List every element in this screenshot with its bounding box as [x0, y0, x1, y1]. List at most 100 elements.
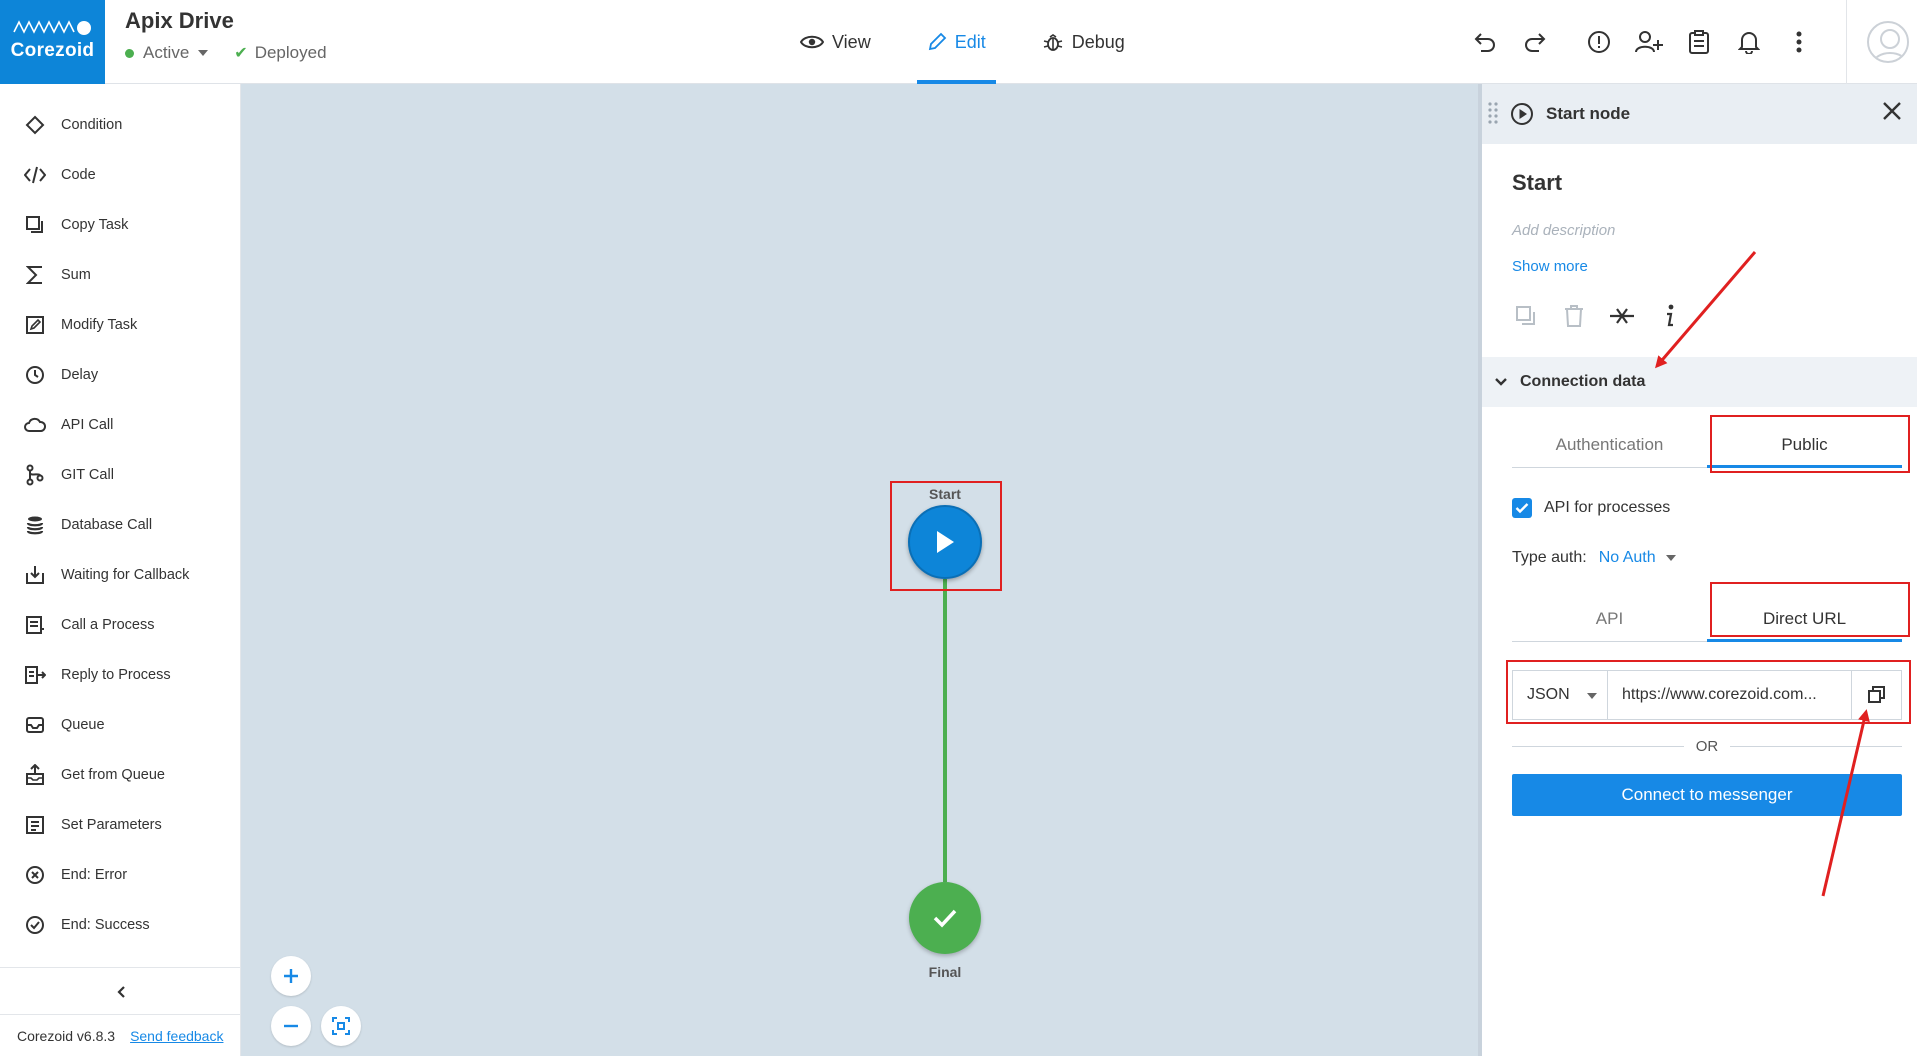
- sidebar-item-queue[interactable]: Queue: [0, 700, 240, 750]
- list-box-icon: [24, 814, 46, 836]
- sidebar-item-database-call[interactable]: Database Call: [0, 500, 240, 550]
- project-status: Active ✔ Deployed: [125, 43, 327, 63]
- sidebar-item-sum[interactable]: Sum: [0, 250, 240, 300]
- pencil-icon: [928, 32, 946, 51]
- tab-debug-label: Debug: [1071, 31, 1125, 52]
- sidebar-item-label: Sum: [61, 267, 91, 283]
- edit-square-icon: [24, 314, 46, 336]
- alert-icon: [1588, 31, 1610, 53]
- undo-icon: [1474, 33, 1495, 52]
- tab-authentication[interactable]: Authentication: [1512, 422, 1707, 467]
- undo-button[interactable]: [1460, 17, 1510, 67]
- toolbar-divider: [1846, 0, 1847, 84]
- disconnect-button[interactable]: [1608, 302, 1636, 330]
- node-properties-panel: Start node Start Add description Show mo…: [1478, 84, 1917, 1056]
- redo-button[interactable]: [1510, 17, 1560, 67]
- redo-icon: [1525, 33, 1546, 52]
- sidebar-item-label: Set Parameters: [61, 817, 162, 833]
- sidebar-item-api-call[interactable]: API Call: [0, 400, 240, 450]
- project-title: Apix Drive: [125, 8, 234, 33]
- fit-screen-icon: [332, 1017, 350, 1035]
- upload-box-icon: [24, 764, 46, 786]
- sidebar-item-label: Copy Task: [61, 217, 129, 233]
- final-node[interactable]: [909, 882, 981, 954]
- notifications-button[interactable]: [1724, 17, 1774, 67]
- section-title: Connection data: [1520, 373, 1646, 390]
- sidebar-item-code[interactable]: Code: [0, 150, 240, 200]
- sidebar-item-reply-to-process[interactable]: Reply to Process: [0, 650, 240, 700]
- clipboard-button[interactable]: [1674, 17, 1724, 67]
- node-name[interactable]: Start: [1512, 170, 1562, 196]
- connect-to-messenger-button[interactable]: Connect to messenger: [1512, 774, 1902, 816]
- sidebar-item-delay[interactable]: Delay: [0, 350, 240, 400]
- sidebar-item-label: Modify Task: [61, 317, 138, 333]
- avatar[interactable]: [1867, 21, 1909, 63]
- sidebar-collapse-button[interactable]: [0, 967, 241, 1015]
- close-icon[interactable]: [1881, 100, 1903, 122]
- process-canvas[interactable]: Start Final: [241, 84, 1478, 1056]
- corezoid-logo[interactable]: Corezoid: [0, 0, 105, 84]
- sidebar-item-get-from-queue[interactable]: Get from Queue: [0, 750, 240, 800]
- delete-node-button[interactable]: [1560, 302, 1588, 330]
- divider-line: [1730, 745, 1902, 747]
- sidebar-item-set-parameters[interactable]: Set Parameters: [0, 800, 240, 850]
- tab-api[interactable]: API: [1512, 596, 1707, 641]
- tab-view[interactable]: View: [790, 0, 881, 84]
- copy-node-button[interactable]: [1512, 302, 1540, 330]
- panel-title: Start node: [1546, 104, 1631, 123]
- tab-debug[interactable]: Debug: [1032, 0, 1135, 84]
- api-for-processes-checkbox[interactable]: [1512, 498, 1532, 518]
- brand-name: Corezoid: [10, 40, 95, 61]
- type-auth-select[interactable]: No Auth: [1599, 549, 1676, 567]
- node-palette-sidebar: Condition Code Copy Task Sum Modify Task…: [0, 84, 241, 1056]
- sidebar-item-copy-task[interactable]: Copy Task: [0, 200, 240, 250]
- download-box-icon: [24, 564, 46, 586]
- version-label: Corezoid v6.8.3: [17, 1027, 116, 1044]
- sidebar-item-label: Code: [61, 167, 96, 183]
- drag-handle-icon[interactable]: [1488, 101, 1498, 127]
- user-icon: [1872, 29, 1907, 61]
- status-dropdown[interactable]: Active: [143, 43, 189, 63]
- diamond-icon: [24, 114, 46, 136]
- clock-icon: [24, 364, 46, 386]
- chevron-down-icon[interactable]: [198, 50, 209, 56]
- inbox-icon: [24, 714, 46, 736]
- zoom-out-button[interactable]: [271, 1006, 311, 1046]
- sidebar-item-label: Reply to Process: [61, 667, 171, 683]
- description-input[interactable]: Add description: [1512, 222, 1615, 239]
- sidebar-item-label: Call a Process: [61, 617, 155, 633]
- check-icon: ✔: [234, 45, 248, 62]
- more-menu-button[interactable]: [1774, 17, 1824, 67]
- sidebar-item-call-a-process[interactable]: Call a Process: [0, 600, 240, 650]
- add-user-button[interactable]: [1624, 17, 1674, 67]
- chevron-left-icon: [116, 985, 125, 998]
- sidebar-item-end-success[interactable]: End: Success: [0, 900, 240, 950]
- copy-icon: [1516, 306, 1535, 325]
- sidebar-item-modify-task[interactable]: Modify Task: [0, 300, 240, 350]
- tab-edit[interactable]: Edit: [916, 0, 996, 84]
- status-dot: [125, 48, 134, 58]
- sidebar-item-end-error[interactable]: End: Error: [0, 850, 240, 900]
- type-auth-label: Type auth:: [1512, 549, 1587, 566]
- connection-edge[interactable]: [943, 579, 947, 882]
- type-auth-row: Type auth: No Auth: [1512, 549, 1676, 567]
- show-more-link[interactable]: Show more: [1512, 258, 1588, 275]
- send-feedback-link[interactable]: Send feedback: [130, 1028, 223, 1044]
- public-tab-highlight: [1710, 415, 1910, 473]
- sidebar-item-git-call[interactable]: GIT Call: [0, 450, 240, 500]
- bug-icon: [1043, 34, 1062, 51]
- copy-icon: [24, 214, 46, 236]
- fit-to-screen-button[interactable]: [321, 1006, 361, 1046]
- node-palette-list: Condition Code Copy Task Sum Modify Task…: [0, 84, 240, 950]
- tab-edit-label: Edit: [954, 31, 986, 52]
- connection-data-section[interactable]: Connection data: [1482, 357, 1917, 407]
- database-icon: [24, 514, 46, 536]
- check-circle-icon: [24, 914, 46, 936]
- eye-icon: [800, 35, 824, 49]
- sidebar-item-waiting-for-callback[interactable]: Waiting for Callback: [0, 550, 240, 600]
- alerts-button[interactable]: [1574, 17, 1624, 67]
- divider-line: [1512, 745, 1684, 747]
- info-button[interactable]: [1656, 302, 1684, 330]
- zoom-in-button[interactable]: [271, 956, 311, 996]
- sidebar-item-condition[interactable]: Condition: [0, 100, 240, 150]
